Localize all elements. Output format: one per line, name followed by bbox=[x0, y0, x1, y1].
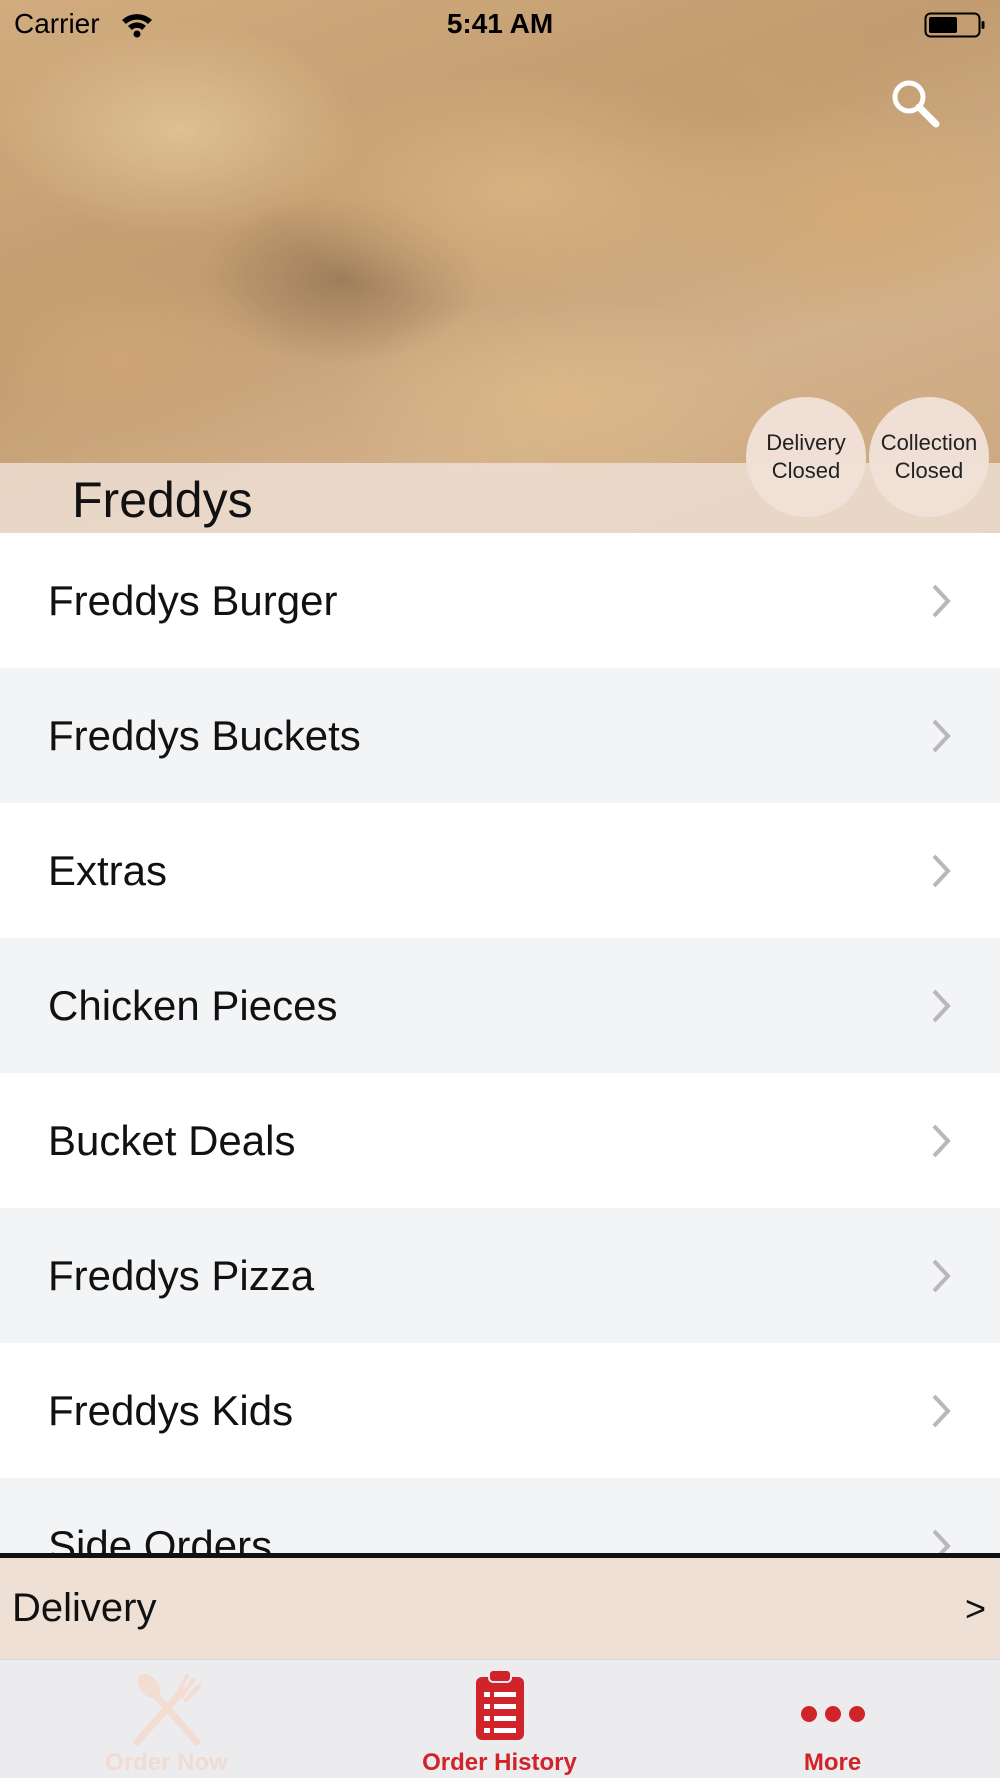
menu-item-freddys-kids[interactable]: Freddys Kids bbox=[0, 1343, 1000, 1478]
battery-icon bbox=[924, 12, 985, 38]
tab-more[interactable]: More bbox=[666, 1660, 999, 1778]
tab-order-now[interactable]: Order Now bbox=[0, 1660, 333, 1778]
delivery-mode-bar[interactable]: Delivery > bbox=[0, 1558, 1000, 1659]
fork-knife-icon bbox=[133, 1673, 201, 1746]
menu-item-label: Bucket Deals bbox=[48, 1117, 296, 1164]
delivery-mode-label: Delivery bbox=[12, 1586, 157, 1630]
menu-item-bucket-deals[interactable]: Bucket Deals bbox=[0, 1073, 1000, 1208]
search-icon[interactable] bbox=[888, 76, 942, 130]
menu-item-label: Freddys Buckets bbox=[48, 712, 361, 759]
restaurant-name: Freddys bbox=[72, 472, 253, 528]
tab-label: More bbox=[803, 1749, 862, 1776]
delivery-status-badge: Delivery Closed bbox=[746, 397, 866, 517]
menu-item-freddys-burger[interactable]: Freddys Burger bbox=[0, 533, 1000, 668]
menu-item-side-orders[interactable]: Side Orders bbox=[0, 1478, 1000, 1553]
menu-item-label: Extras bbox=[48, 847, 168, 894]
menu-item-extras[interactable]: Extras bbox=[0, 803, 1000, 938]
chevron-right-icon bbox=[932, 584, 951, 617]
delivery-status-line2: Closed bbox=[771, 458, 841, 483]
tab-bar: Order Now Order History More bbox=[0, 1659, 1000, 1778]
delivery-status-line1: Delivery bbox=[766, 430, 846, 455]
status-bar: Carrier 5:41 AM bbox=[0, 0, 1000, 50]
tab-order-history[interactable]: Order History bbox=[333, 1660, 666, 1778]
menu-item-label: Chicken Pieces bbox=[48, 982, 338, 1029]
clipboard-list-icon bbox=[475, 1669, 524, 1740]
collection-status-line2: Closed bbox=[894, 458, 964, 483]
collection-status-line1: Collection bbox=[880, 430, 978, 455]
more-dots-icon bbox=[800, 1706, 865, 1722]
tab-label: Order Now bbox=[105, 1749, 228, 1776]
chevron-right-icon bbox=[932, 854, 951, 887]
menu-item-label: Freddys Burger bbox=[48, 577, 338, 624]
chevron-right-icon bbox=[932, 1529, 951, 1553]
menu-item-freddys-buckets[interactable]: Freddys Buckets bbox=[0, 668, 1000, 803]
collection-status-badge: Collection Closed bbox=[869, 397, 989, 517]
chevron-right-icon bbox=[932, 1124, 951, 1157]
clock: 5:41 AM bbox=[446, 8, 554, 39]
menu-category-list[interactable]: Freddys Burger Freddys Buckets Extras Ch… bbox=[0, 533, 1000, 1553]
chevron-right-icon bbox=[932, 1259, 951, 1292]
menu-item-label: Side Orders bbox=[48, 1522, 273, 1553]
tab-label: Order History bbox=[422, 1749, 577, 1776]
menu-item-freddys-pizza[interactable]: Freddys Pizza bbox=[0, 1208, 1000, 1343]
chevron-right-icon bbox=[932, 989, 951, 1022]
divider bbox=[0, 1553, 1000, 1558]
chevron-right-icon bbox=[932, 1394, 951, 1427]
menu-item-label: Freddys Kids bbox=[48, 1387, 294, 1434]
delivery-mode-arrow: > bbox=[964, 1588, 986, 1629]
chevron-right-icon bbox=[932, 719, 951, 752]
menu-item-chicken-pieces[interactable]: Chicken Pieces bbox=[0, 938, 1000, 1073]
menu-item-label: Freddys Pizza bbox=[48, 1252, 315, 1299]
